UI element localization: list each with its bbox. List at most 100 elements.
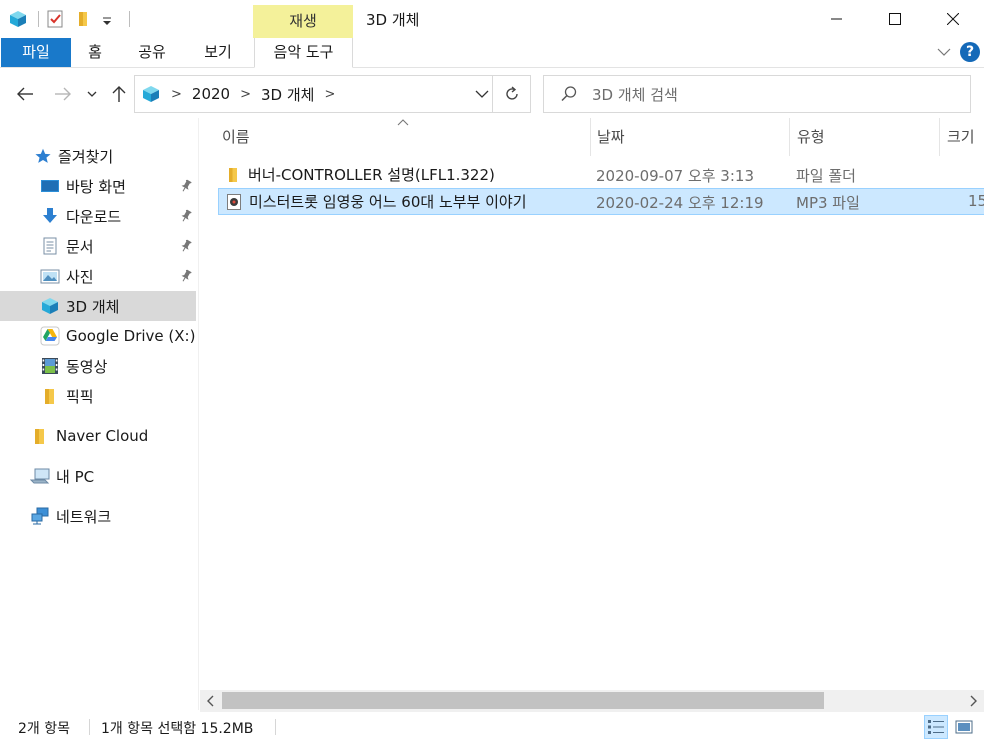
nav-item-naver-cloud[interactable]: Naver Cloud xyxy=(0,421,196,451)
status-bar: 2개 항목 1개 항목 선택함 15.2MB xyxy=(0,712,984,742)
column-separator[interactable] xyxy=(939,118,940,156)
status-selection: 1개 항목 선택함 15.2MB xyxy=(101,721,254,737)
file-row-selected[interactable]: 미스터트롯 임영웅 어느 60대 노부부 이야기 2020-02-24 오후 1… xyxy=(218,188,984,215)
address-history-chevron-icon[interactable] xyxy=(474,86,490,102)
nav-item-label: 네트워크 xyxy=(56,507,112,526)
search-placeholder: 3D 개체 검색 xyxy=(592,85,678,104)
chevron-right-icon[interactable]: > xyxy=(171,87,182,102)
minimize-icon xyxy=(830,18,842,20)
nav-item-network[interactable]: 네트워크 xyxy=(0,501,196,531)
3d-objects-icon xyxy=(143,86,159,102)
nav-item-label: 바탕 화면 xyxy=(66,177,126,196)
nav-item-google-drive[interactable]: Google Drive (X:) xyxy=(0,321,196,351)
search-box[interactable]: 3D 개체 검색 xyxy=(543,75,971,113)
nav-item-3d-objects[interactable]: 3D 개체 xyxy=(0,291,196,321)
column-header-type[interactable]: 유형 xyxy=(797,118,825,156)
properties-icon[interactable] xyxy=(45,9,65,29)
column-separator[interactable] xyxy=(590,118,591,156)
pictures-icon xyxy=(40,269,60,284)
column-header-size[interactable]: 크기 xyxy=(947,118,975,156)
minimize-button[interactable] xyxy=(808,0,865,38)
tab-view[interactable]: 보기 xyxy=(196,38,240,67)
navigation-pane: 즐겨찾기 바탕 화면 다운로드 문서 사진 3D 개체 Google Drive… xyxy=(0,118,197,710)
window-title: 3D 개체 xyxy=(366,11,420,29)
nav-item-this-pc[interactable]: 내 PC xyxy=(0,461,196,491)
forward-button[interactable] xyxy=(52,82,74,106)
search-icon xyxy=(561,86,577,102)
sort-ascending-icon xyxy=(397,118,409,131)
recent-locations-button[interactable] xyxy=(84,82,100,106)
nav-item-label: 픽픽 xyxy=(66,387,94,406)
scroll-left-icon[interactable] xyxy=(202,692,220,710)
nav-item-documents[interactable]: 문서 xyxy=(0,231,196,261)
ribbon-tab-bar: 파일 홈 공유 보기 음악 도구 ? xyxy=(0,38,984,68)
nav-item-downloads[interactable]: 다운로드 xyxy=(0,201,196,231)
nav-item-pictures[interactable]: 사진 xyxy=(0,261,196,291)
file-date: 2020-02-24 오후 12:19 xyxy=(596,194,764,212)
file-size: 15 xyxy=(968,192,984,210)
quick-access-toolbar xyxy=(8,8,136,30)
network-icon xyxy=(31,507,49,525)
tab-share[interactable]: 공유 xyxy=(132,38,172,67)
back-arrow-icon xyxy=(17,87,33,101)
help-icon[interactable]: ? xyxy=(960,42,980,62)
details-view-button[interactable] xyxy=(924,715,948,739)
maximize-button[interactable] xyxy=(866,0,923,38)
scrollbar-thumb[interactable] xyxy=(222,692,824,709)
scroll-right-icon[interactable] xyxy=(964,692,982,710)
contextual-tab-group-play: 재생 xyxy=(253,5,353,38)
column-separator[interactable] xyxy=(789,118,790,156)
document-icon xyxy=(43,237,57,255)
tab-music-tools[interactable]: 음악 도구 xyxy=(254,38,353,68)
pin-icon[interactable] xyxy=(180,239,192,253)
pin-icon[interactable] xyxy=(180,269,192,283)
horizontal-scrollbar[interactable] xyxy=(200,690,984,712)
download-icon xyxy=(43,208,57,223)
breadcrumb-item-2020[interactable]: 2020 xyxy=(192,85,230,103)
pin-icon[interactable] xyxy=(180,179,192,193)
back-button[interactable] xyxy=(14,82,36,106)
folder-icon xyxy=(229,167,237,182)
nav-item-label: Google Drive (X:) xyxy=(66,327,196,345)
expand-ribbon-chevron-icon[interactable] xyxy=(936,44,952,60)
forward-arrow-icon xyxy=(55,87,71,101)
pin-icon[interactable] xyxy=(180,209,192,223)
refresh-button[interactable] xyxy=(492,76,530,112)
folder-icon xyxy=(35,429,44,444)
file-row[interactable]: 버너-CONTROLLER 설명(LFL1.322) 2020-09-07 오후… xyxy=(218,161,984,188)
nav-item-label: 내 PC xyxy=(56,467,95,486)
nav-quick-access[interactable]: 즐겨찾기 xyxy=(0,141,196,171)
tab-file[interactable]: 파일 xyxy=(1,38,71,67)
file-date: 2020-09-07 오후 3:13 xyxy=(596,167,754,185)
title-bar: 재생 3D 개체 xyxy=(0,0,984,38)
status-separator xyxy=(89,719,90,735)
toolbar-separator xyxy=(129,11,130,27)
large-icons-view-button[interactable] xyxy=(952,715,976,739)
chevron-right-icon[interactable]: > xyxy=(324,87,335,102)
details-view-icon xyxy=(928,720,944,734)
large-icons-view-icon xyxy=(955,720,973,734)
computer-icon xyxy=(30,468,50,484)
close-button[interactable] xyxy=(924,0,981,38)
column-header-name[interactable]: 이름 xyxy=(222,118,250,156)
pane-divider[interactable] xyxy=(198,118,199,710)
nav-item-label: 사진 xyxy=(66,267,94,286)
new-folder-icon[interactable] xyxy=(73,9,93,29)
nav-item-label: 다운로드 xyxy=(66,207,122,226)
breadcrumb-item-3d-objects[interactable]: 3D 개체 xyxy=(261,84,314,105)
nav-item-videos[interactable]: 동영상 xyxy=(0,351,196,381)
nav-item-desktop[interactable]: 바탕 화면 xyxy=(0,171,196,201)
up-arrow-icon xyxy=(112,86,126,102)
chevron-right-icon[interactable]: > xyxy=(240,87,251,102)
nav-item-pickpick[interactable]: 픽픽 xyxy=(0,381,196,411)
status-separator xyxy=(275,719,276,735)
refresh-icon xyxy=(505,86,518,100)
column-header-date[interactable]: 날짜 xyxy=(597,118,625,156)
address-bar[interactable]: > 2020 > 3D 개체 > xyxy=(134,75,531,113)
customize-toolbar-chevron-icon[interactable] xyxy=(101,9,115,29)
status-item-count: 2개 항목 xyxy=(18,721,70,737)
mp3-file-icon xyxy=(227,193,241,210)
up-button[interactable] xyxy=(108,82,130,106)
3d-objects-app-icon[interactable] xyxy=(8,9,28,29)
tab-home[interactable]: 홈 xyxy=(80,38,110,67)
